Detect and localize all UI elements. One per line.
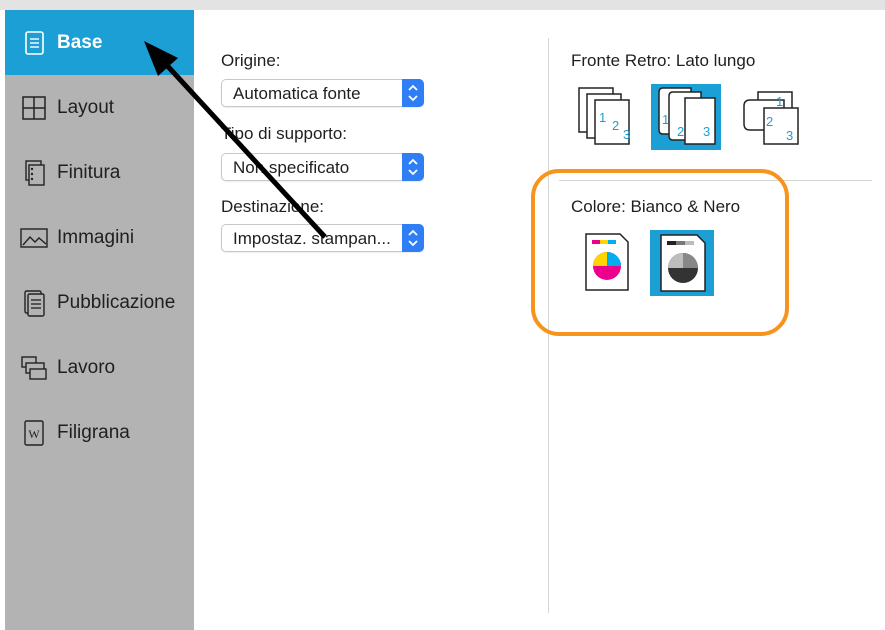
simplex-icon: 1 2 3 [578,87,630,145]
tipo-supporto-value: Non specificato [233,158,350,177]
sidebar-item-label: Filigrana [57,421,130,443]
sidebar-item-lavoro[interactable]: Lavoro [5,335,194,400]
svg-text:3: 3 [623,127,630,142]
svg-text:2: 2 [677,124,684,139]
sidebar: Base Layout Finitura Immagini Pubblicazi… [5,10,194,630]
duplex-long-edge-option[interactable]: 1 2 3 [651,84,721,150]
finishing-icon [25,159,45,186]
destinazione-label: Destinazione: [221,197,325,216]
sidebar-item-label: Layout [57,96,115,118]
chevron-updown-icon [402,153,424,181]
sidebar-item-label: Pubblicazione [57,291,176,313]
chevron-updown-icon [402,224,424,252]
chevron-updown-icon [402,79,424,107]
duplex-short-edge-icon: 1 2 3 [743,91,799,145]
tipo-supporto-label: Tipo di supporto: [221,124,347,143]
svg-text:3: 3 [786,128,793,143]
layout-grid-icon [22,95,46,120]
sidebar-item-label: Finitura [57,161,121,183]
svg-text:1: 1 [599,110,606,125]
publication-icon [24,289,45,317]
watermark-icon: W [24,419,44,446]
origine-select[interactable]: Automatica fonte [221,79,424,107]
duplex-title: Fronte Retro: Lato lungo [571,51,756,70]
image-icon [20,227,48,248]
sidebar-item-pubblicazione[interactable]: Pubblicazione [5,270,194,335]
sidebar-item-label: Immagini [57,226,135,248]
sidebar-item-base[interactable]: Base [5,10,194,75]
sidebar-item-layout[interactable]: Layout [5,75,194,140]
sidebar-item-label: Lavoro [57,356,116,378]
duplex-long-edge-icon: 1 2 3 [658,87,716,145]
svg-text:2: 2 [766,114,773,129]
duplex-short-edge-option[interactable]: 1 2 3 [738,86,804,148]
color-highlight-box [531,169,789,336]
svg-text:3: 3 [703,124,710,139]
document-icon [25,30,44,55]
tipo-supporto-select[interactable]: Non specificato [221,153,424,181]
sidebar-item-label: Base [57,31,103,53]
svg-text:W: W [28,427,40,441]
destinazione-value: Impostaz. stampan... [233,229,391,248]
window-top-border [0,0,885,10]
destinazione-select[interactable]: Impostaz. stampan... [221,224,424,252]
sidebar-item-filigrana[interactable]: W Filigrana [5,400,194,465]
svg-text:1: 1 [662,112,669,127]
sidebar-item-immagini[interactable]: Immagini [5,205,194,270]
origine-label: Origine: [221,51,281,70]
sidebar-item-finitura[interactable]: Finitura [5,140,194,205]
svg-text:2: 2 [612,118,619,133]
job-icon [21,355,47,380]
simplex-option[interactable]: 1 2 3 [575,84,641,150]
svg-text:1: 1 [776,94,783,109]
origine-value: Automatica fonte [233,84,361,103]
